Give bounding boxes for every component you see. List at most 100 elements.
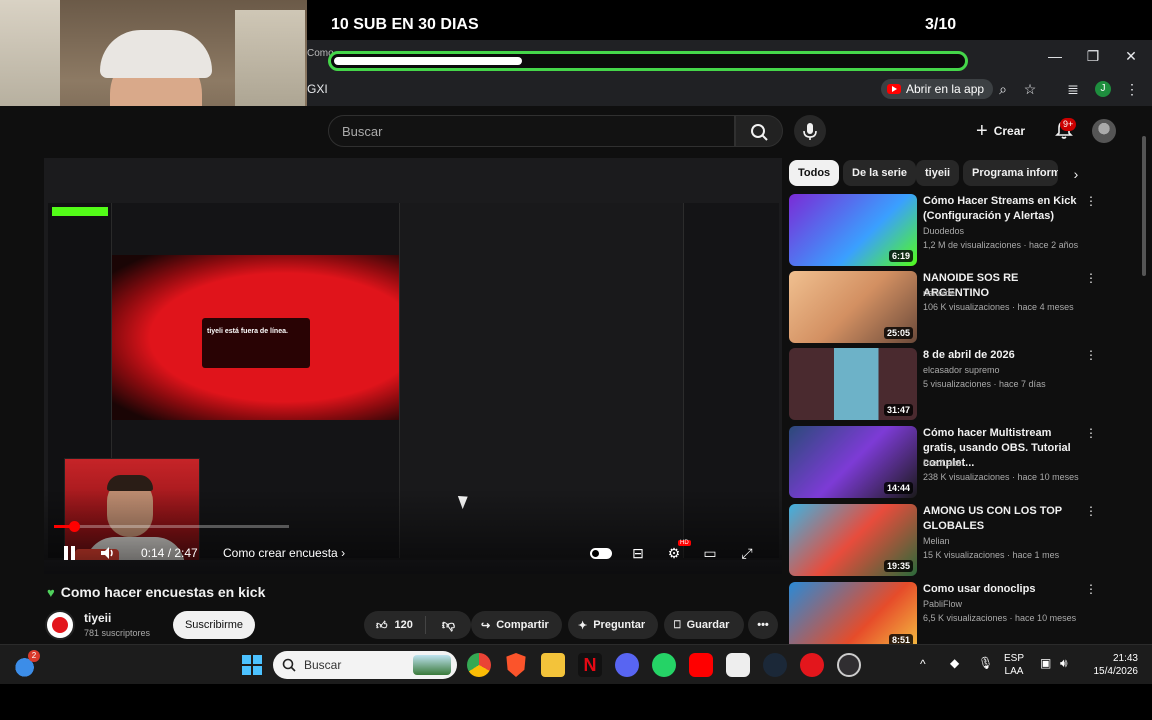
video-duration: 8:51 — [888, 634, 913, 644]
voice-search-button[interactable] — [794, 115, 826, 147]
more-vert-icon[interactable]: ⋮ — [1085, 348, 1097, 364]
recommended-video[interactable]: 19:35 AMONG US CON LOS TOP GLOBALES Meli… — [789, 504, 1129, 576]
tray-chevron-up-icon[interactable]: ^ — [920, 658, 926, 671]
chip-channel[interactable]: tiyeii — [916, 160, 960, 186]
recommended-channel[interactable]: nanoide — [923, 288, 955, 298]
like-button[interactable]: 👍︎ 120 — [364, 616, 426, 634]
chip-series[interactable]: De la serie — [843, 160, 917, 186]
recommended-channel[interactable]: elcasador supremo — [923, 365, 1000, 375]
chip-all[interactable]: Todos — [789, 160, 840, 186]
video-offline-box: tiyeli está fuera de línea. — [202, 318, 310, 368]
recording-app-icon[interactable] — [800, 653, 824, 677]
video-thumbnail[interactable]: 8:51 — [789, 582, 917, 644]
chip-program[interactable]: Programa inform — [963, 160, 1058, 186]
capcut-icon[interactable] — [726, 653, 750, 677]
video-thumbnail[interactable]: 19:35 — [789, 504, 917, 576]
netflix-icon[interactable]: N — [578, 653, 602, 677]
search-button[interactable] — [735, 115, 783, 147]
more-actions-button[interactable]: ••• — [748, 611, 778, 639]
more-vert-icon[interactable]: ⋮ — [1085, 504, 1097, 520]
clock[interactable]: 21:43 15/4/2026 — [1088, 652, 1139, 678]
channel-name[interactable]: tiyeii — [84, 611, 111, 625]
video-player[interactable]: tiyeli está fuera de línea. 0:14 / 2:47 … — [44, 158, 782, 574]
close-icon[interactable]: ✕ — [1113, 44, 1149, 68]
youtube-app-icon[interactable] — [689, 653, 713, 677]
more-vert-icon[interactable]: ⋮ — [1085, 582, 1097, 598]
recommended-channel[interactable]: Duodedos — [923, 226, 964, 236]
video-thumbnail[interactable]: 6:19 — [789, 194, 917, 266]
volume-icon[interactable] — [99, 544, 117, 562]
chrome-icon[interactable] — [467, 653, 491, 677]
dislike-button[interactable]: 👎︎ — [432, 617, 465, 633]
settings-gear-icon[interactable]: ⚙ — [664, 544, 684, 562]
chevron-right-icon[interactable]: › — [1066, 164, 1086, 184]
recommended-video[interactable]: 25:05 NANOIDE SOS RE ARGENTINO nanoide 1… — [789, 271, 1129, 343]
bookmark-star-icon[interactable]: ☆ — [1021, 80, 1039, 98]
recommended-video[interactable]: 8:51 Como usar donoclips PabliFlow 6,5 K… — [789, 582, 1129, 644]
autoplay-toggle[interactable] — [590, 548, 612, 559]
file-explorer-icon[interactable] — [541, 653, 565, 677]
video-thumbnail[interactable]: 14:44 — [789, 426, 917, 498]
youtube-search-input[interactable]: Buscar — [328, 115, 735, 147]
speaker-icon[interactable]: 🔊︎ — [1060, 657, 1068, 670]
recommended-title[interactable]: Cómo Hacer Streams en Kick (Configuració… — [923, 194, 1083, 224]
minimize-icon[interactable]: — — [1037, 44, 1073, 68]
more-vert-icon[interactable]: ⋮ — [1085, 426, 1097, 442]
restore-icon[interactable]: ❐ — [1075, 44, 1111, 68]
recommended-video[interactable]: 14:44 Cómo hacer Multistream gratis, usa… — [789, 426, 1129, 498]
subtitles-icon[interactable]: ⊟ — [628, 544, 648, 562]
plus-icon: + — [976, 119, 988, 142]
whatsapp-icon[interactable] — [652, 653, 676, 677]
network-icon[interactable]: ▣ — [1040, 657, 1051, 670]
theater-mode-icon[interactable]: ▭ — [700, 544, 720, 562]
pause-icon[interactable] — [64, 546, 76, 560]
progress-track[interactable] — [54, 525, 289, 528]
tray-app-icon[interactable]: ◆ — [950, 657, 959, 670]
chapter-button[interactable]: Como crear encuesta › — [223, 543, 345, 563]
subscribe-button[interactable]: Suscribirme — [173, 611, 255, 639]
obs-icon[interactable] — [837, 653, 861, 677]
recommended-channel[interactable]: PredLabs — [923, 458, 962, 468]
like-dislike-group: 👍︎ 120 👎︎ — [364, 611, 471, 639]
create-label: Crear — [993, 124, 1026, 138]
recommended-title[interactable]: Como usar donoclips — [923, 582, 1083, 597]
video-thumbnail[interactable]: 25:05 — [789, 271, 917, 343]
share-button[interactable]: ↪ Compartir — [471, 611, 562, 639]
taskbar-search[interactable]: Buscar — [273, 651, 457, 679]
fullscreen-icon[interactable]: ⤢ — [737, 544, 757, 562]
language-indicator[interactable]: ESP LAA — [1004, 652, 1024, 678]
page-scrollbar-thumb[interactable] — [1142, 136, 1146, 276]
user-avatar[interactable] — [1092, 119, 1116, 143]
recommended-video[interactable]: 31:47 8 de abril de 2026 elcasador supre… — [789, 348, 1129, 420]
stream-goal-bar: 10 SUB EN 30 DIAS 3/10 — [307, 0, 1152, 40]
save-button[interactable]: ⎕ Guardar — [664, 611, 744, 639]
recommended-video[interactable]: 6:19 Cómo Hacer Streams en Kick (Configu… — [789, 194, 1129, 266]
create-button[interactable]: + Crear — [976, 118, 1025, 144]
video-thumbnail[interactable]: 31:47 — [789, 348, 917, 420]
search-icon — [751, 124, 768, 141]
recommended-channel[interactable]: Melian — [923, 536, 950, 546]
green-heart-icon: ♥ — [47, 584, 55, 600]
browser-profile-avatar[interactable]: J — [1095, 81, 1111, 97]
discord-icon[interactable] — [615, 653, 639, 677]
progress-scrubber[interactable] — [68, 521, 80, 532]
recommended-title[interactable]: AMONG US CON LOS TOP GLOBALES — [923, 504, 1083, 534]
zoom-search-icon[interactable]: ⌕ — [994, 80, 1012, 98]
browser-titlebar: Como — ❐ ✕ — [307, 40, 1152, 72]
windows-start-icon[interactable] — [240, 653, 264, 677]
steam-icon[interactable] — [763, 653, 787, 677]
brave-icon[interactable] — [506, 653, 526, 677]
channel-avatar[interactable] — [45, 610, 75, 640]
youtube-header: Buscar + Crear 9+ — [307, 106, 1152, 158]
open-in-app-button[interactable]: Abrir en la app — [881, 79, 994, 99]
like-count: 120 — [394, 619, 413, 631]
tray-mic-icon[interactable]: 🎙︎ — [978, 657, 993, 670]
recommended-channel[interactable]: PabliFlow — [923, 599, 962, 609]
ask-button[interactable]: ✦ Preguntar — [568, 611, 658, 639]
more-vert-icon[interactable]: ⋮ — [1085, 271, 1097, 287]
recommended-title[interactable]: 8 de abril de 2026 — [923, 348, 1083, 363]
media-controls-icon[interactable]: ≣ — [1064, 80, 1082, 98]
address-text[interactable]: GXI — [307, 82, 328, 96]
more-vert-icon[interactable]: ⋮ — [1085, 194, 1097, 210]
browser-menu-icon[interactable]: ⋮ — [1123, 80, 1141, 98]
